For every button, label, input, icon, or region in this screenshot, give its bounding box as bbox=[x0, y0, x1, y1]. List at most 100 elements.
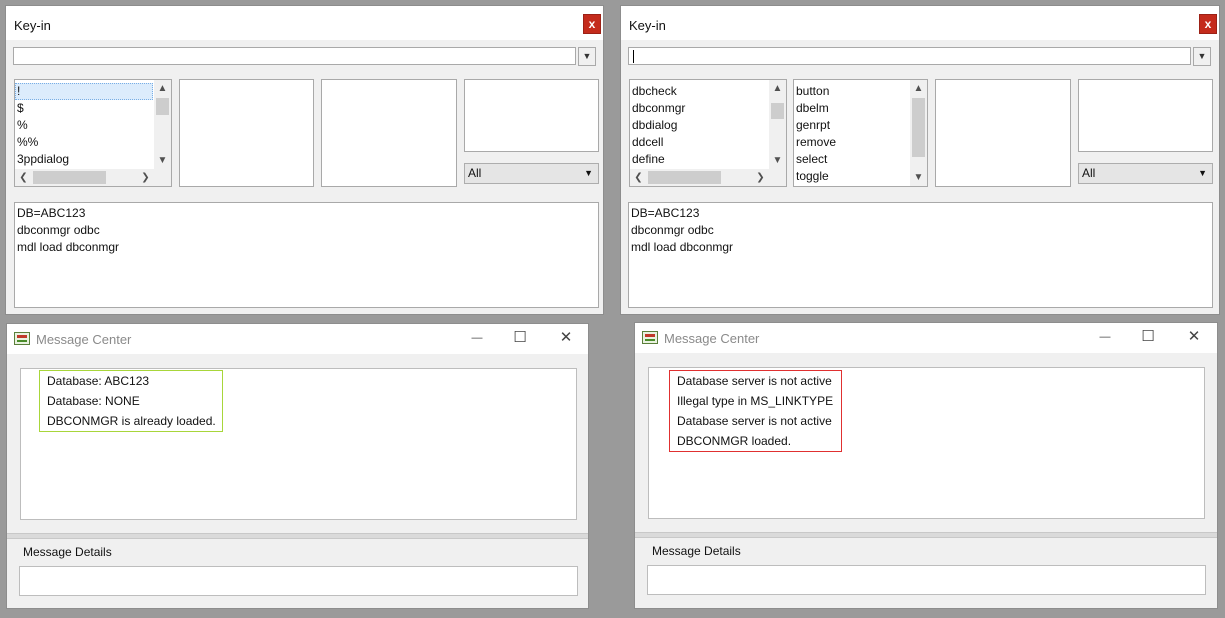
message-item[interactable]: DBCONMGR loaded. bbox=[677, 431, 834, 451]
keyin-input[interactable] bbox=[13, 47, 576, 65]
scroll-thumb[interactable] bbox=[648, 171, 721, 184]
list-item[interactable]: genrpt bbox=[794, 117, 909, 134]
list-item[interactable]: % bbox=[15, 117, 153, 134]
history-item[interactable]: dbconmgr odbc bbox=[17, 222, 598, 239]
message-center-right: Message Center — ☐ ✕ Database server is … bbox=[634, 322, 1218, 609]
scroll-left-icon[interactable]: ❮ bbox=[15, 169, 32, 186]
keyin-dropdown-button[interactable]: ▼ bbox=[578, 47, 596, 66]
close-icon[interactable]: ✕ bbox=[551, 328, 581, 348]
window-title: Message Center bbox=[36, 332, 132, 347]
message-highlight: Database: ABC123 Database: NONE DBCONMGR… bbox=[39, 370, 223, 432]
message-list[interactable]: Database: ABC123 Database: NONE DBCONMGR… bbox=[20, 368, 577, 520]
filter-dropdown[interactable]: All ▼ bbox=[1078, 163, 1213, 184]
keyin-history[interactable]: DB=ABC123 dbconmgr odbc mdl load dbconmg… bbox=[628, 202, 1213, 308]
maximize-icon[interactable]: ☐ bbox=[1133, 327, 1163, 347]
keyin-list-3[interactable] bbox=[935, 79, 1071, 187]
list-item[interactable]: button bbox=[794, 83, 909, 100]
message-item[interactable]: DBCONMGR is already loaded. bbox=[47, 411, 216, 431]
maximize-icon[interactable]: ☐ bbox=[505, 328, 535, 348]
message-item[interactable]: Database: NONE bbox=[47, 391, 215, 411]
history-item[interactable]: DB=ABC123 bbox=[631, 205, 1212, 222]
scroll-thumb[interactable] bbox=[156, 98, 169, 115]
list-item[interactable]: ! bbox=[15, 83, 153, 100]
scroll-right-icon[interactable]: ❯ bbox=[752, 169, 769, 186]
scroll-thumb[interactable] bbox=[771, 103, 784, 119]
minimize-icon[interactable]: — bbox=[462, 328, 492, 348]
scroll-down-icon[interactable]: ▼ bbox=[769, 152, 786, 169]
scroll-corner bbox=[769, 169, 786, 186]
scroll-thumb[interactable] bbox=[912, 98, 925, 157]
scroll-right-icon[interactable]: ❯ bbox=[137, 169, 154, 186]
keyin-list-4[interactable] bbox=[464, 79, 599, 152]
keyin-list-2[interactable] bbox=[179, 79, 314, 187]
title-bar: Message Center — ☐ ✕ bbox=[7, 324, 588, 354]
keyin-window-right: Key-in x ▼ dbcheck dbconmgr dbdialog ddc… bbox=[620, 5, 1220, 315]
message-details[interactable] bbox=[647, 565, 1206, 595]
message-item[interactable]: Database server is not active bbox=[677, 411, 834, 431]
list-item[interactable]: remove bbox=[794, 134, 909, 151]
scroll-up-icon[interactable]: ▲ bbox=[910, 80, 927, 97]
message-center-icon bbox=[642, 331, 658, 344]
list-item[interactable]: toggle bbox=[794, 168, 909, 185]
scroll-up-icon[interactable]: ▲ bbox=[154, 80, 171, 97]
chevron-down-icon: ▼ bbox=[584, 168, 593, 178]
close-button[interactable]: x bbox=[1199, 14, 1217, 34]
list-item[interactable]: dbcheck bbox=[630, 83, 768, 100]
scroll-left-icon[interactable]: ❮ bbox=[630, 169, 647, 186]
list-item[interactable]: define bbox=[630, 151, 768, 168]
filter-dropdown[interactable]: All ▼ bbox=[464, 163, 599, 184]
keyin-list-4[interactable] bbox=[1078, 79, 1213, 152]
list-item[interactable]: %% bbox=[15, 134, 153, 151]
window-title: Key-in bbox=[14, 18, 51, 33]
history-item[interactable]: mdl load dbconmgr bbox=[17, 239, 598, 256]
details-label: Message Details bbox=[23, 545, 112, 559]
message-center-left: Message Center — ☐ ✕ Database: ABC123 Da… bbox=[6, 323, 589, 609]
message-list[interactable]: Database server is not active Illegal ty… bbox=[648, 367, 1205, 519]
history-item[interactable]: DB=ABC123 bbox=[17, 205, 598, 222]
horizontal-scrollbar[interactable]: ❮ ❯ bbox=[15, 169, 154, 186]
keyin-list-2[interactable]: button dbelm genrpt remove select toggle… bbox=[793, 79, 928, 187]
scroll-down-icon[interactable]: ▼ bbox=[154, 152, 171, 169]
history-item[interactable]: mdl load dbconmgr bbox=[631, 239, 1212, 256]
list-item[interactable]: dbelm bbox=[794, 100, 909, 117]
close-button[interactable]: x bbox=[583, 14, 601, 34]
scroll-down-icon[interactable]: ▼ bbox=[910, 169, 927, 186]
list-item[interactable]: dbconmgr bbox=[630, 100, 768, 117]
title-bar: Key-in x bbox=[6, 6, 603, 40]
window-title: Message Center bbox=[664, 331, 760, 346]
minimize-icon[interactable]: — bbox=[1090, 327, 1120, 347]
list-item[interactable]: select bbox=[794, 151, 909, 168]
list-item[interactable]: 3ppdialog bbox=[15, 151, 153, 168]
message-details[interactable] bbox=[19, 566, 578, 596]
list-item[interactable]: dbdialog bbox=[630, 117, 768, 134]
vertical-scrollbar[interactable]: ▲ ▼ bbox=[154, 80, 171, 169]
list-item[interactable]: ddcell bbox=[630, 134, 768, 151]
message-item[interactable]: Illegal type in MS_LINKTYPE bbox=[677, 391, 834, 411]
pane-splitter[interactable] bbox=[7, 533, 588, 539]
filter-value: All bbox=[1082, 166, 1096, 180]
scroll-up-icon[interactable]: ▲ bbox=[769, 80, 786, 97]
keyin-window-left: Key-in x ▼ ! $ % %% 3ppdialog ▲ ▼ ❮ ❯ Al… bbox=[5, 5, 604, 315]
title-bar: Message Center — ☐ ✕ bbox=[635, 323, 1217, 353]
keyin-list-1[interactable]: ! $ % %% 3ppdialog ▲ ▼ ❮ ❯ bbox=[14, 79, 172, 187]
vertical-scrollbar[interactable]: ▲ ▼ bbox=[910, 80, 927, 186]
message-item[interactable]: Database server is not active bbox=[677, 371, 834, 391]
vertical-scrollbar[interactable]: ▲ ▼ bbox=[769, 80, 786, 169]
message-item[interactable]: Database: ABC123 bbox=[47, 371, 215, 391]
keyin-input[interactable] bbox=[628, 47, 1191, 65]
keyin-history[interactable]: DB=ABC123 dbconmgr odbc mdl load dbconmg… bbox=[14, 202, 599, 308]
chevron-down-icon: ▼ bbox=[1197, 51, 1207, 61]
scroll-corner bbox=[154, 169, 171, 186]
scroll-thumb[interactable] bbox=[33, 171, 106, 184]
pane-splitter[interactable] bbox=[635, 532, 1217, 538]
close-icon[interactable]: ✕ bbox=[1179, 327, 1209, 347]
keyin-dropdown-button[interactable]: ▼ bbox=[1193, 47, 1211, 66]
keyin-list-1[interactable]: dbcheck dbconmgr dbdialog ddcell define … bbox=[629, 79, 787, 187]
details-label: Message Details bbox=[652, 544, 741, 558]
keyin-list-3[interactable] bbox=[321, 79, 457, 187]
text-cursor bbox=[633, 50, 634, 63]
message-center-icon bbox=[14, 332, 30, 345]
list-item[interactable]: $ bbox=[15, 100, 153, 117]
history-item[interactable]: dbconmgr odbc bbox=[631, 222, 1212, 239]
horizontal-scrollbar[interactable]: ❮ ❯ bbox=[630, 169, 769, 186]
